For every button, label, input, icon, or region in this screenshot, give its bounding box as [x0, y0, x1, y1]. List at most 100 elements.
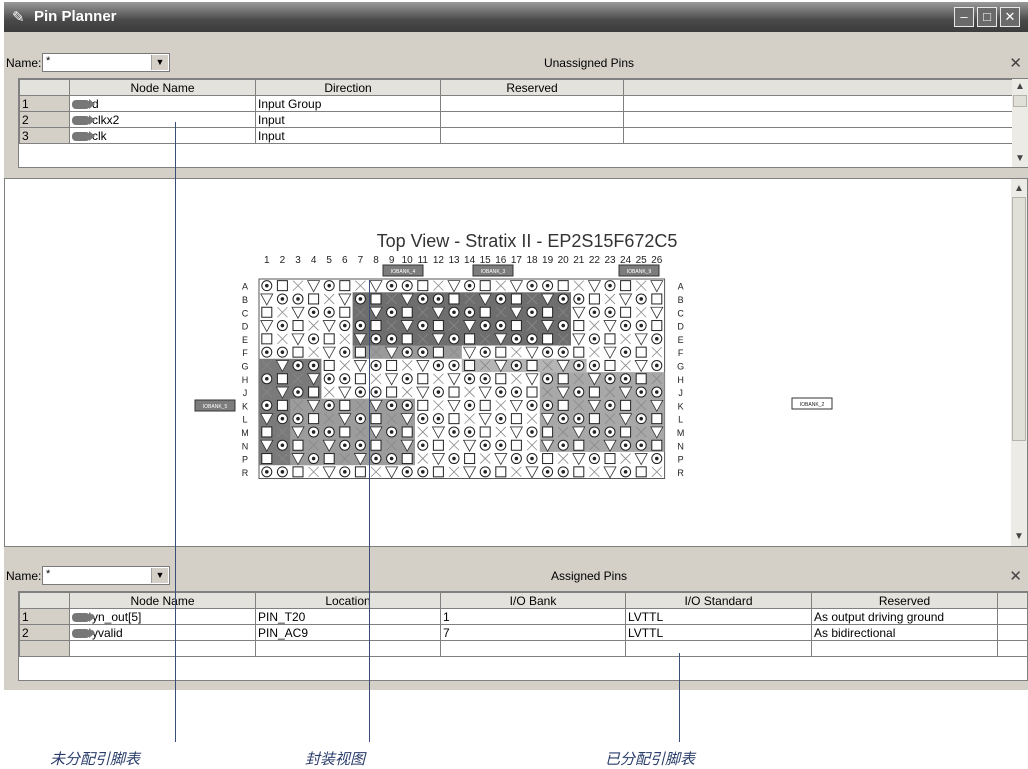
- scroll-down-icon[interactable]: ▼: [1012, 151, 1028, 166]
- pin-clock[interactable]: [573, 320, 585, 332]
- pin-clock[interactable]: [588, 386, 600, 398]
- close-icon[interactable]: ✕: [1009, 567, 1022, 585]
- node-name-cell[interactable]: clkx2: [69, 111, 256, 128]
- pin-clock[interactable]: [339, 280, 351, 292]
- pin-clock[interactable]: [261, 426, 273, 438]
- pin-clock[interactable]: [339, 399, 351, 411]
- io-standard-cell[interactable]: LVTTL: [625, 624, 812, 641]
- pin-clock[interactable]: [573, 439, 585, 451]
- pin-clock[interactable]: [448, 386, 460, 398]
- direction-cell[interactable]: Input: [255, 111, 441, 128]
- column-header-direction[interactable]: Direction: [255, 79, 441, 96]
- pin-clock[interactable]: [604, 453, 616, 465]
- pin-clock[interactable]: [479, 306, 491, 318]
- pin-clock[interactable]: [588, 413, 600, 425]
- pin-clock[interactable]: [339, 306, 351, 318]
- table-row[interactable]: 2 clkx2 Input: [19, 111, 1013, 128]
- close-icon[interactable]: ✕: [1009, 54, 1022, 72]
- pin-clock[interactable]: [386, 359, 398, 371]
- pin-clock[interactable]: [292, 439, 304, 451]
- pin-clock[interactable]: [276, 373, 288, 385]
- package-view[interactable]: Top View - Stratix II - EP2S15F672C5 1 2 3 4…: [5, 179, 1013, 546]
- pin-clock[interactable]: [557, 399, 569, 411]
- pin-clock[interactable]: [292, 320, 304, 332]
- pin-clock[interactable]: [354, 373, 366, 385]
- direction-cell[interactable]: Input Group: [255, 95, 441, 112]
- maximize-button[interactable]: □: [977, 7, 997, 27]
- pin-clock[interactable]: [292, 346, 304, 358]
- node-name-cell[interactable]: d: [69, 95, 256, 112]
- pin-clock[interactable]: [651, 413, 663, 425]
- pin-clock[interactable]: [401, 426, 413, 438]
- column-header-reserved[interactable]: Reserved: [811, 592, 998, 609]
- reserved-cell[interactable]: As output driving ground: [811, 608, 998, 625]
- pin-clock[interactable]: [323, 359, 335, 371]
- pin-clock[interactable]: [432, 320, 444, 332]
- pin-clock[interactable]: [510, 293, 522, 305]
- pin-clock[interactable]: [464, 359, 476, 371]
- pin-clock[interactable]: [323, 333, 335, 345]
- pin-clock[interactable]: [651, 320, 663, 332]
- pin-clock[interactable]: [354, 346, 366, 358]
- pin-clock[interactable]: [417, 399, 429, 411]
- name-filter-combo[interactable]: * ▼: [42, 53, 170, 72]
- pin-clock[interactable]: [401, 453, 413, 465]
- pin-clock[interactable]: [339, 426, 351, 438]
- io-standard-cell[interactable]: LVTTL: [625, 608, 812, 625]
- pin-clock[interactable]: [557, 373, 569, 385]
- pin-clock[interactable]: [386, 386, 398, 398]
- pin-clock[interactable]: [495, 466, 507, 478]
- pin-clock[interactable]: [261, 333, 273, 345]
- pin-clock[interactable]: [573, 346, 585, 358]
- pin-clock[interactable]: [370, 413, 382, 425]
- node-name-cell[interactable]: yn_out[5]: [69, 608, 256, 625]
- direction-cell[interactable]: Input: [255, 127, 441, 144]
- pin-clock[interactable]: [448, 293, 460, 305]
- pin-clock[interactable]: [604, 333, 616, 345]
- table-row[interactable]: 2 yvalid PIN_AC9 7 LVTTL As bidirectiona…: [19, 624, 1028, 641]
- pin-clock[interactable]: [464, 453, 476, 465]
- pin-clock[interactable]: [526, 386, 538, 398]
- name-filter-combo[interactable]: * ▼: [42, 566, 170, 585]
- pin-clock[interactable]: [635, 373, 647, 385]
- column-header-reserved[interactable]: Reserved: [440, 79, 624, 96]
- pin-clock[interactable]: [542, 426, 554, 438]
- title-bar[interactable]: ✎ Pin Planner – □ ✕: [4, 2, 1028, 32]
- pin-clock[interactable]: [510, 439, 522, 451]
- pin-clock[interactable]: [651, 293, 663, 305]
- chevron-down-icon[interactable]: ▼: [151, 568, 168, 583]
- pin-clock[interactable]: [261, 453, 273, 465]
- table-row[interactable]: 1 d Input Group: [19, 95, 1013, 112]
- scroll-thumb[interactable]: [1012, 197, 1026, 441]
- pin-clock[interactable]: [276, 399, 288, 411]
- scroll-down-icon[interactable]: ▼: [1011, 529, 1027, 544]
- pin-clock[interactable]: [620, 280, 632, 292]
- pin-clock[interactable]: [495, 346, 507, 358]
- reserved-cell[interactable]: [440, 111, 624, 128]
- pin-clock[interactable]: [432, 346, 444, 358]
- reserved-cell[interactable]: As bidirectional: [811, 624, 998, 641]
- package-scrollbar[interactable]: ▲ ▼: [1011, 179, 1027, 546]
- table-row[interactable]: 1 yn_out[5] PIN_T20 1 LVTTL As output dr…: [19, 608, 1028, 625]
- pin-clock[interactable]: [479, 426, 491, 438]
- pin-clock[interactable]: [479, 280, 491, 292]
- pin-clock[interactable]: [495, 373, 507, 385]
- node-name-cell[interactable]: clk: [69, 127, 256, 144]
- pin-clock[interactable]: [573, 466, 585, 478]
- io-bank-cell[interactable]: 7: [440, 624, 626, 641]
- minimize-button[interactable]: –: [954, 7, 974, 27]
- pin-clock[interactable]: [510, 413, 522, 425]
- pin-clock[interactable]: [479, 399, 491, 411]
- pin-clock[interactable]: [261, 306, 273, 318]
- reserved-cell[interactable]: [440, 95, 624, 112]
- pin-clock[interactable]: [620, 426, 632, 438]
- unassigned-scrollbar[interactable]: ▲ ▼: [1012, 79, 1028, 167]
- location-cell[interactable]: PIN_T20: [255, 608, 441, 625]
- pin-clock[interactable]: [510, 320, 522, 332]
- pin-clock[interactable]: [620, 306, 632, 318]
- io-bank-cell[interactable]: 1: [440, 608, 626, 625]
- scroll-up-icon[interactable]: ▲: [1012, 79, 1028, 94]
- pin-clock[interactable]: [604, 359, 616, 371]
- pin-clock[interactable]: [370, 293, 382, 305]
- close-button[interactable]: ✕: [1000, 7, 1020, 27]
